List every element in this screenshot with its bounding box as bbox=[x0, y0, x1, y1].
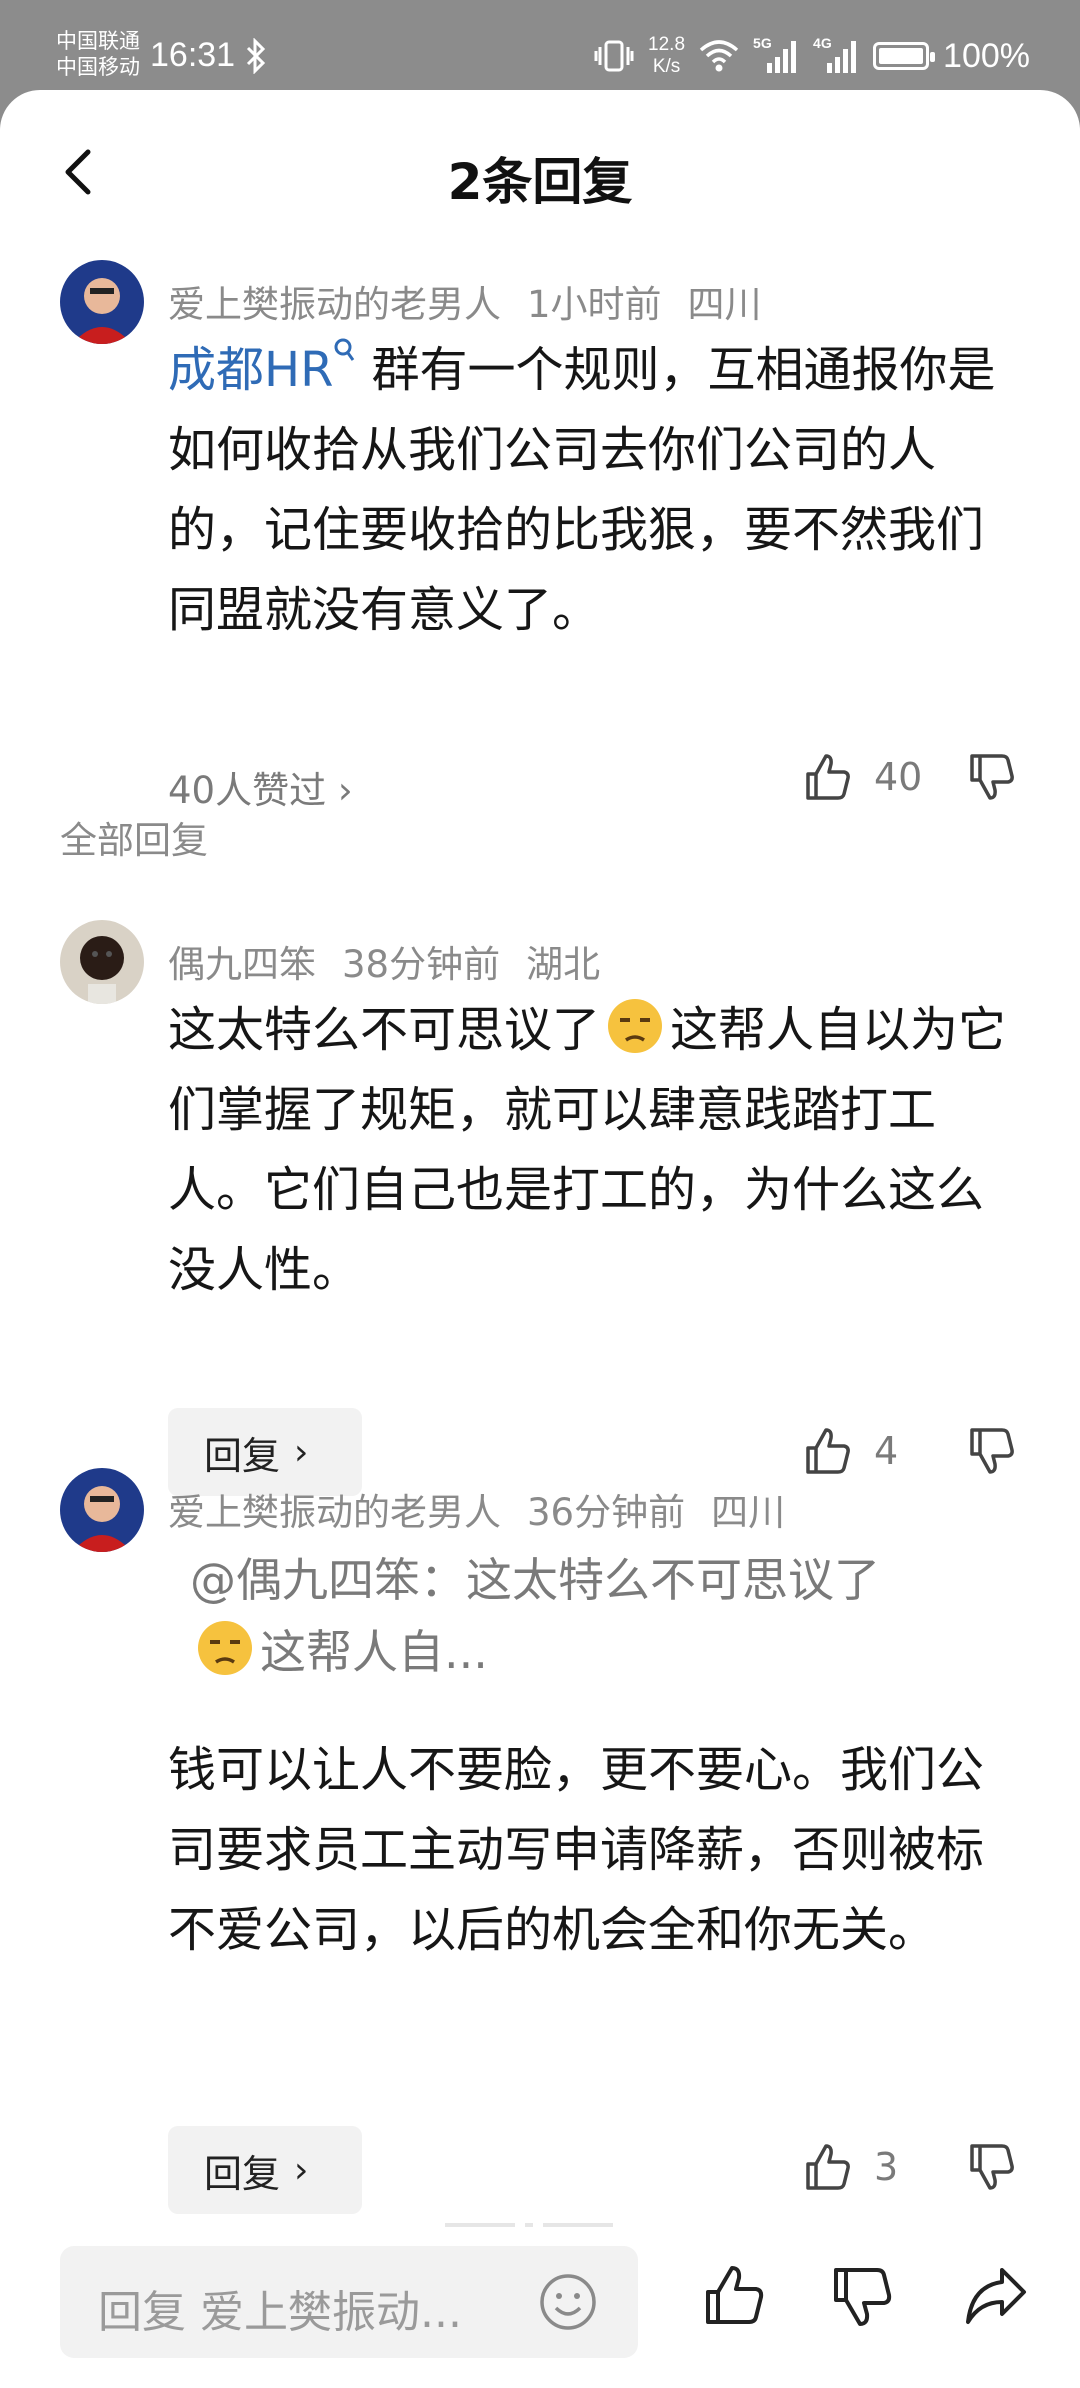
dislike-button[interactable] bbox=[964, 2140, 1018, 2194]
unamused-emoji-icon bbox=[198, 1621, 252, 1675]
hr-link[interactable]: 成都HR bbox=[168, 342, 333, 398]
thumbs-up-icon[interactable] bbox=[700, 2262, 768, 2330]
chevron-right-icon: › bbox=[337, 769, 353, 812]
comment-meta: 爱上樊振动的老男人 1小时前 四川 bbox=[168, 274, 788, 328]
page-title: 2条回复 bbox=[447, 153, 633, 211]
dislike-button[interactable] bbox=[964, 750, 1018, 804]
comment-text: 钱可以让人不要脸，更不要心。我们公司要求员工主动写申请降薪，否则被标不爱公司，以… bbox=[168, 1742, 985, 1958]
comment-location: 四川 bbox=[687, 283, 762, 326]
comment-meta: 爱上樊振动的老男人 36分钟前 四川 bbox=[168, 1482, 811, 1536]
reply-input[interactable]: 回复 爱上樊振动... bbox=[60, 2246, 638, 2358]
thumbs-down-icon bbox=[970, 754, 1014, 800]
comment-text: 成都HR 群有一个规则，互相通报你是如何收拾从我们公司去你们公司的人的，记住要收拾… bbox=[168, 330, 1028, 650]
like-button[interactable]: 40 bbox=[800, 750, 924, 804]
comment-actions: 3 bbox=[800, 2140, 1018, 2194]
thumbs-down-icon[interactable] bbox=[828, 2262, 896, 2330]
chevron-right-icon: › bbox=[294, 2149, 309, 2191]
like-count: 4 bbox=[874, 1429, 899, 1473]
like-count: 3 bbox=[874, 2145, 899, 2189]
author-name[interactable]: 偶九四笨 bbox=[168, 943, 316, 986]
author-name[interactable]: 爱上樊振动的老男人 bbox=[168, 283, 501, 326]
share-icon[interactable] bbox=[962, 2262, 1030, 2330]
status-bar: 中国联通 中国移动 16:31 12.8 K/s 5G 4G 100% bbox=[0, 0, 1080, 90]
quote-text-part-2: 这帮人自... bbox=[260, 1625, 488, 1679]
likes-link-text: 40人赞过 bbox=[168, 769, 327, 812]
quoted-reply[interactable]: @偶九四笨：这太特么不可思议了这帮人自... bbox=[168, 1544, 1008, 1688]
battery-icon bbox=[873, 42, 936, 70]
emoji-icon[interactable] bbox=[538, 2272, 598, 2332]
thumbs-down-icon bbox=[970, 1428, 1014, 1474]
comment-actions: 4 bbox=[800, 1424, 1018, 1478]
scroll-indicator bbox=[445, 2212, 635, 2227]
thumbs-down-icon bbox=[970, 2144, 1014, 2190]
header: 2条回复 bbox=[0, 90, 1080, 260]
comment-location: 四川 bbox=[711, 1491, 786, 1534]
signal-4g-icon: 4G bbox=[813, 35, 859, 73]
like-button[interactable]: 3 bbox=[800, 2140, 924, 2194]
speed-value: 12.8 bbox=[648, 34, 686, 55]
chevron-right-icon: › bbox=[294, 1431, 309, 1473]
comment-time: 36分钟前 bbox=[527, 1491, 686, 1534]
thumbs-up-icon bbox=[806, 2144, 850, 2190]
avatar[interactable] bbox=[60, 920, 144, 1004]
carrier-2: 中国移动 bbox=[56, 55, 140, 79]
avatar[interactable] bbox=[60, 1468, 144, 1552]
reply-sheet: 2条回复 爱上樊振动的老男人 1小时前 四川 成都HR 群有一个规则，互相通报你是如何… bbox=[0, 90, 1080, 2388]
signal-2-label: 4G bbox=[813, 35, 832, 51]
comment-location: 湖北 bbox=[526, 943, 601, 986]
thumbs-up-icon bbox=[806, 754, 850, 800]
bluetooth-icon bbox=[246, 38, 266, 74]
speed-unit: K/s bbox=[652, 56, 681, 77]
bottom-bar: 回复 爱上樊振动... bbox=[0, 2230, 1080, 2388]
comment-time: 38分钟前 bbox=[342, 943, 501, 986]
search-icon bbox=[334, 338, 355, 361]
wifi-icon bbox=[699, 40, 739, 72]
section-label: 全部回复 bbox=[60, 819, 208, 862]
carrier-1: 中国联通 bbox=[56, 29, 140, 53]
dislike-button[interactable] bbox=[964, 1424, 1018, 1478]
comment-time: 1小时前 bbox=[527, 283, 662, 326]
reply-text-part-1: 这太特么不可思议了 bbox=[168, 1002, 601, 1058]
network-speed: 12.8 K/s bbox=[648, 34, 685, 78]
status-time: 16:31 bbox=[150, 36, 236, 74]
signal-1-label: 5G bbox=[753, 35, 772, 51]
comment-text: 这太特么不可思议了 这帮人自以为它们掌握了规矩，就可以肆意践踏打工人。它们自己也是… bbox=[168, 990, 1028, 1310]
signal-5g-icon: 5G bbox=[753, 35, 799, 73]
like-count: 40 bbox=[874, 755, 923, 799]
author-name[interactable]: 爱上樊振动的老男人 bbox=[168, 1491, 501, 1534]
vibrate-icon bbox=[594, 40, 634, 72]
battery-percent: 100% bbox=[943, 36, 1030, 75]
unamused-emoji-icon bbox=[608, 999, 663, 1053]
reply-button[interactable]: 回复 › bbox=[168, 2126, 362, 2214]
avatar[interactable] bbox=[60, 260, 144, 344]
reply-input-placeholder: 回复 爱上樊振动... bbox=[98, 2287, 462, 2338]
quote-text-part-1: @偶九四笨：这太特么不可思议了 bbox=[190, 1553, 880, 1607]
thumbs-up-icon bbox=[806, 1428, 850, 1474]
like-button[interactable]: 4 bbox=[800, 1424, 924, 1478]
carrier-info: 中国联通 中国移动 bbox=[56, 28, 140, 80]
reply-button-label: 回复 bbox=[204, 2151, 281, 2196]
reply-button-label: 回复 bbox=[204, 1433, 281, 1478]
comment-actions: 40 bbox=[800, 750, 1018, 804]
comment-meta: 偶九四笨 38分钟前 湖北 bbox=[168, 934, 626, 988]
likes-link[interactable]: 40人赞过 › bbox=[168, 760, 353, 814]
